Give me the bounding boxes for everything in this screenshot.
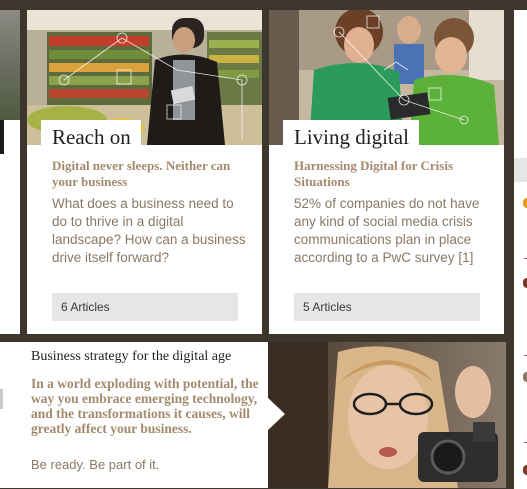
card-title-box: Reach on [41, 120, 141, 154]
woman-camera-photo [268, 342, 506, 488]
card-title[interactable]: Reach on [52, 125, 131, 150]
feature-heading[interactable]: Business strategy for the digital age [31, 349, 231, 365]
bullet-dot [523, 372, 527, 382]
feature-left-marker [0, 389, 3, 409]
feature-text: Business strategy for the digital age In… [0, 342, 268, 488]
articles-count-button[interactable]: 5 Articles [294, 293, 480, 321]
partial-card-image [0, 10, 20, 120]
card-subtitle[interactable]: Digital never sleeps. Neither can your b… [52, 158, 252, 190]
feature-pointer [267, 397, 285, 431]
bullet-dot [523, 465, 527, 475]
partial-card-right[interactable] [514, 10, 527, 489]
card-description: 52% of companies do not have any kind of… [294, 196, 480, 265]
feature-photo [268, 342, 506, 488]
feature-body: In a world exploding with potential, the… [31, 376, 259, 436]
card-title-box: Living digital [283, 120, 419, 154]
bullet-dot [523, 198, 527, 208]
feature-panel[interactable]: Business strategy for the digital age In… [0, 342, 506, 488]
card-title[interactable]: Living digital [294, 125, 409, 150]
partial-card-title-stub [0, 120, 4, 154]
feature-cta[interactable]: Be ready. Be part of it. [31, 457, 159, 472]
partial-card-left[interactable] [0, 10, 20, 334]
topic-card-living-digital[interactable]: Living digital Harnessing Digital for Cr… [269, 10, 504, 334]
partial-card-bar [514, 158, 527, 182]
articles-count-button[interactable]: 6 Articles [52, 293, 238, 321]
topic-card-reach-on[interactable]: Reach on Digital never sleeps. Neither c… [27, 10, 262, 334]
bullet-dot [523, 278, 527, 288]
card-description: What does a business need to do to thriv… [52, 196, 246, 265]
card-subtitle[interactable]: Harnessing Digital for Crisis Situations [294, 158, 494, 190]
